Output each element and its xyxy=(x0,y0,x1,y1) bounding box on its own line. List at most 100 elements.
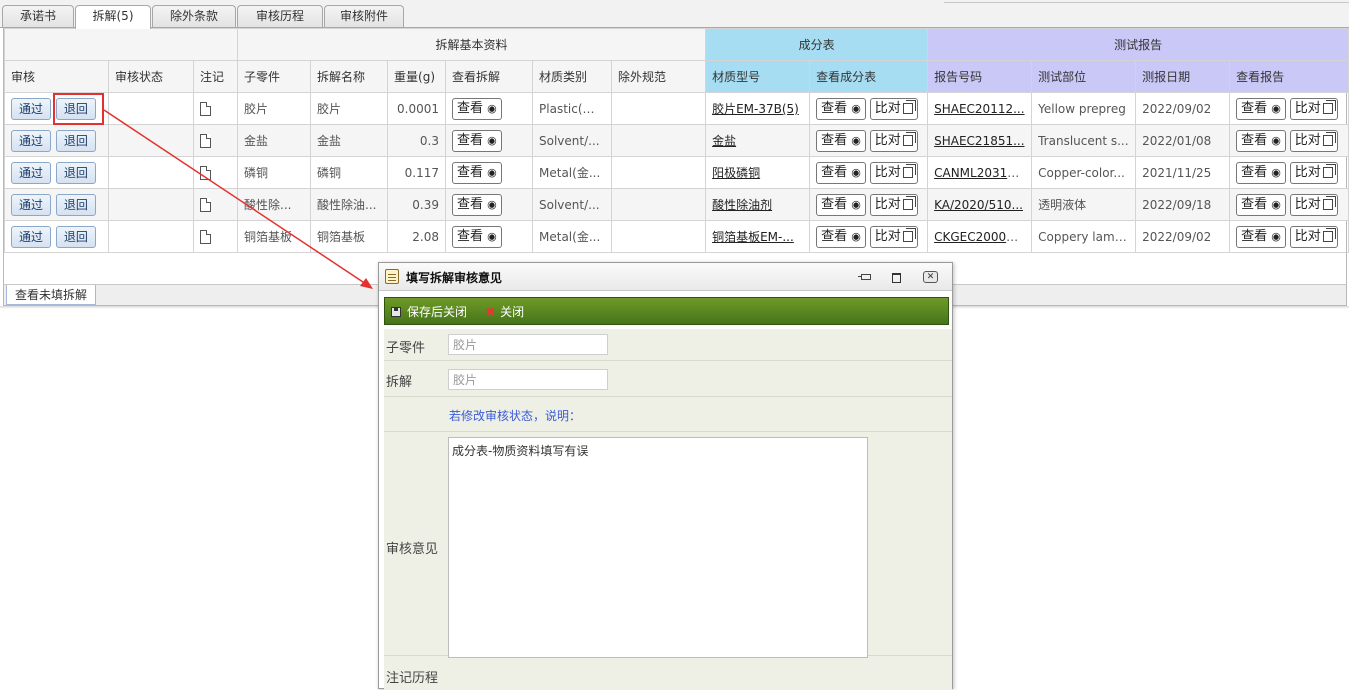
tab-exclusion-terms[interactable]: 除外条款 xyxy=(152,5,236,28)
report-number-link[interactable]: SHAEC20112... xyxy=(934,102,1024,116)
view-disassembly-button[interactable]: 查看 ◉ xyxy=(452,161,502,184)
col-header-test-part[interactable]: 测试部位 xyxy=(1031,60,1137,93)
eye-icon: ◉ xyxy=(1271,197,1281,211)
view-disassembly-cell: 查看 ◉ xyxy=(445,156,534,189)
view-report-button[interactable]: 查看 ◉ xyxy=(1236,193,1286,216)
compare-report-button[interactable]: 比对 xyxy=(1289,225,1338,248)
material-model-link[interactable]: 胶片EM-37B(5) xyxy=(712,102,799,116)
disassembly-name-cell: 铜箔基板 xyxy=(310,220,389,253)
report-number-link[interactable]: CANML20319... xyxy=(934,166,1026,180)
tab-review-history[interactable]: 审核历程 xyxy=(237,5,323,28)
approve-button[interactable]: 通过 xyxy=(11,193,52,216)
view-report-button[interactable]: 查看 ◉ xyxy=(1236,161,1286,184)
save-and-close-button[interactable]: 保存后关闭 xyxy=(391,303,467,321)
view-disassembly-button[interactable]: 查看 ◉ xyxy=(452,129,502,152)
compare-composition-button[interactable]: 比对 xyxy=(869,161,918,184)
approve-button[interactable]: 通过 xyxy=(11,129,52,152)
view-report-button[interactable]: 查看 ◉ xyxy=(1236,129,1286,152)
document-icon[interactable] xyxy=(200,197,211,212)
close-button[interactable]: ✖ 关闭 xyxy=(485,303,524,321)
col-header-view-report[interactable]: 查看报告 xyxy=(1229,60,1349,93)
col-header-note[interactable]: 注记 xyxy=(192,60,239,93)
close-icon[interactable]: ✕ xyxy=(923,271,938,283)
compare-composition-button[interactable]: 比对 xyxy=(869,97,918,120)
view-report-button[interactable]: 查看 ◉ xyxy=(1236,97,1286,120)
return-button[interactable]: 退回 xyxy=(55,129,96,152)
compare-composition-button[interactable]: 比对 xyxy=(869,193,918,216)
col-header-view-disassembly[interactable]: 查看拆解 xyxy=(445,60,534,93)
notepad-icon xyxy=(385,269,399,284)
material-model-link[interactable]: 阳极磷铜 xyxy=(712,166,760,180)
return-button[interactable]: 退回 xyxy=(55,225,96,248)
col-header-sub-part[interactable]: 子零件 xyxy=(237,60,312,93)
col-header-report-date[interactable]: 测报日期 xyxy=(1135,60,1231,93)
view-disassembly-button[interactable]: 查看 ◉ xyxy=(452,225,502,248)
review-opinion-textarea[interactable]: 成分表-物质资料填写有误 xyxy=(448,437,868,658)
compare-report-button[interactable]: 比对 xyxy=(1289,161,1338,184)
view-label: 查看 xyxy=(1241,228,1268,244)
sub-part-field[interactable] xyxy=(448,334,608,355)
return-button[interactable]: 退回 xyxy=(55,193,96,216)
copy-icon xyxy=(902,131,916,146)
tab-commitment[interactable]: 承诺书 xyxy=(2,5,74,28)
review-actions-cell: 通过 退回 xyxy=(4,124,109,157)
col-header-view-composition[interactable]: 查看成分表 xyxy=(809,60,929,93)
col-header-material-model[interactable]: 材质型号 xyxy=(705,60,811,93)
document-icon[interactable] xyxy=(200,165,211,180)
report-number-link[interactable]: KA/2020/510... xyxy=(934,198,1023,212)
material-model-cell: 酸性除油剂 xyxy=(705,188,811,221)
compare-report-button[interactable]: 比对 xyxy=(1289,129,1338,152)
dialog-title-bar[interactable]: 填写拆解审核意见 ✕ xyxy=(379,263,952,291)
view-composition-button[interactable]: 查看 ◉ xyxy=(816,97,866,120)
view-composition-button[interactable]: 查看 ◉ xyxy=(816,193,866,216)
eye-icon: ◉ xyxy=(851,197,861,211)
disassembly-name-cell: 磷铜 xyxy=(310,156,389,189)
material-model-link[interactable]: 金盐 xyxy=(712,134,736,148)
col-header-disassembly-name[interactable]: 拆解名称 xyxy=(310,60,389,93)
report-number-link[interactable]: CKGEC20007... xyxy=(934,230,1025,244)
view-disassembly-button[interactable]: 查看 ◉ xyxy=(452,97,502,120)
compare-label: 比对 xyxy=(1294,164,1321,180)
pin-icon[interactable] xyxy=(858,271,872,283)
disassembly-field[interactable] xyxy=(448,369,608,390)
review-status-cell xyxy=(108,92,194,125)
opinion-label: 审核意见 xyxy=(386,542,439,557)
return-button[interactable]: 退回 xyxy=(55,161,96,184)
col-header-report-number[interactable]: 报告号码 xyxy=(927,60,1033,93)
col-header-weight[interactable]: 重量(g) xyxy=(387,60,447,93)
document-icon[interactable] xyxy=(200,101,211,116)
material-model-link[interactable]: 铜箔基板EM-... xyxy=(712,230,794,244)
form-row-note-history: 注记历程 xyxy=(384,656,952,690)
view-composition-button[interactable]: 查看 ◉ xyxy=(816,161,866,184)
compare-label: 比对 xyxy=(874,100,901,116)
material-model-link[interactable]: 酸性除油剂 xyxy=(712,198,772,212)
compare-report-button[interactable]: 比对 xyxy=(1289,97,1338,120)
view-composition-button[interactable]: 查看 ◉ xyxy=(816,129,866,152)
tab-review-attachments[interactable]: 审核附件 xyxy=(324,5,404,28)
view-composition-button[interactable]: 查看 ◉ xyxy=(816,225,866,248)
weight-cell: 0.3 xyxy=(387,124,447,157)
col-header-review-status[interactable]: 审核状态 xyxy=(108,60,194,93)
maximize-icon[interactable] xyxy=(889,271,902,283)
tabbar-right-divider xyxy=(944,0,1349,3)
material-category-cell: Solvent/... xyxy=(532,188,613,221)
tab-disassembly[interactable]: 拆解(5) xyxy=(75,5,151,29)
exclusion-spec-cell xyxy=(611,124,707,157)
view-report-button[interactable]: 查看 ◉ xyxy=(1236,225,1286,248)
col-header-material-category[interactable]: 材质类别 xyxy=(532,60,613,93)
document-icon[interactable] xyxy=(200,229,211,244)
compare-report-button[interactable]: 比对 xyxy=(1289,193,1338,216)
document-icon[interactable] xyxy=(200,133,211,148)
view-disassembly-button[interactable]: 查看 ◉ xyxy=(452,193,502,216)
approve-button[interactable]: 通过 xyxy=(11,225,52,248)
disassembly-name-cell: 胶片 xyxy=(310,92,389,125)
approve-button[interactable]: 通过 xyxy=(11,97,52,120)
compare-composition-button[interactable]: 比对 xyxy=(869,225,918,248)
report-number-link[interactable]: SHAEC21851... xyxy=(934,134,1024,148)
col-header-exclusion-spec[interactable]: 除外规范 xyxy=(611,60,707,93)
approve-button[interactable]: 通过 xyxy=(11,161,52,184)
compare-composition-button[interactable]: 比对 xyxy=(869,129,918,152)
dialog-title: 填写拆解审核意见 xyxy=(406,271,503,285)
tab-view-unfilled-disassembly[interactable]: 查看未填拆解 xyxy=(6,285,97,305)
col-header-review[interactable]: 审核 xyxy=(4,60,109,93)
